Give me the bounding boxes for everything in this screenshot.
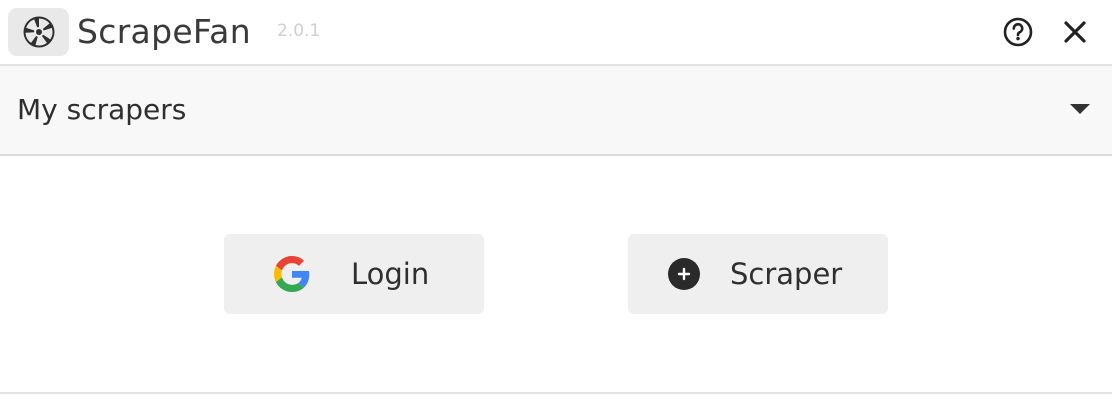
close-button[interactable]: [1057, 14, 1093, 50]
main-content: Login Scraper: [0, 156, 1112, 394]
add-circle-icon: [666, 256, 702, 292]
scraper-label: Scraper: [730, 257, 843, 291]
app-window: ScrapeFan 2.0.1 My scrapers Login Scrape…: [0, 0, 1112, 400]
close-icon: [1064, 21, 1086, 43]
login-label: Login: [351, 257, 430, 291]
title-bar: ScrapeFan 2.0.1: [0, 0, 1112, 66]
login-button[interactable]: Login: [224, 234, 484, 314]
selector-label: My scrapers: [17, 93, 187, 126]
app-title: ScrapeFan: [77, 12, 251, 51]
google-icon: [274, 256, 310, 292]
scraper-selector-dropdown[interactable]: My scrapers: [0, 66, 1112, 156]
bottom-strip: [0, 394, 1112, 400]
add-scraper-button[interactable]: Scraper: [628, 234, 888, 314]
help-button[interactable]: [1000, 14, 1036, 50]
caret-down-icon: [1070, 104, 1090, 114]
help-circle-icon: [1003, 17, 1033, 47]
app-version: 2.0.1: [277, 21, 321, 41]
aperture-icon: [8, 8, 69, 56]
